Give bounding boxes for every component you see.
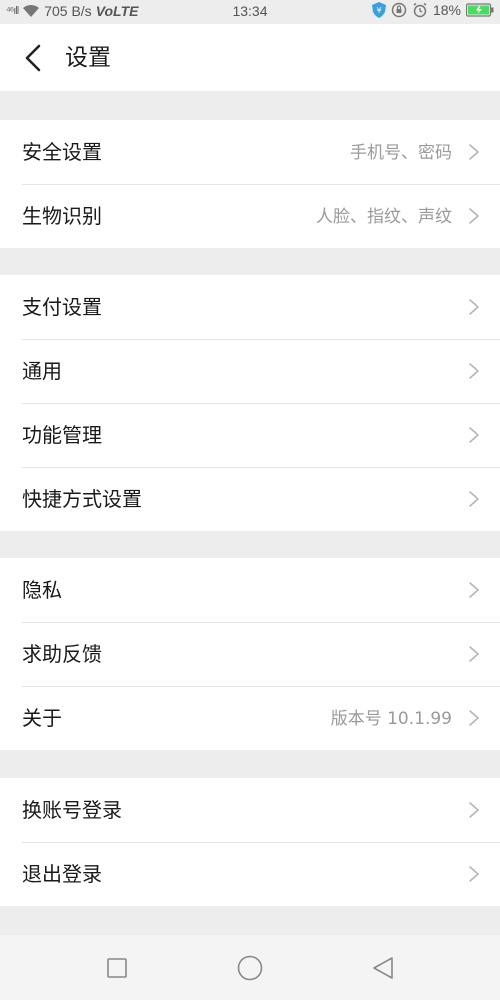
settings-item-feature-management[interactable]: 功能管理 bbox=[0, 403, 500, 467]
settings-item-value: 人脸、指纹、声纹 bbox=[316, 207, 452, 227]
settings-item-shortcuts[interactable]: 快捷方式设置 bbox=[0, 467, 500, 531]
home-circle-icon[interactable] bbox=[235, 953, 265, 983]
svg-text:¥: ¥ bbox=[376, 6, 381, 15]
battery-icon bbox=[466, 3, 494, 17]
chevron-right-icon bbox=[469, 802, 479, 818]
back-triangle-icon[interactable] bbox=[368, 953, 398, 983]
settings-item-label: 生物识别 bbox=[22, 204, 102, 228]
settings-item-label: 支付设置 bbox=[22, 295, 102, 319]
settings-item-label: 安全设置 bbox=[22, 140, 102, 164]
header-bar: 设置 bbox=[0, 24, 500, 91]
system-nav-bar bbox=[0, 935, 500, 1000]
settings-item-security[interactable]: 安全设置 手机号、密码 bbox=[0, 120, 500, 184]
shield-icon: ¥ bbox=[371, 2, 386, 18]
settings-group-session: 换账号登录 退出登录 bbox=[0, 778, 500, 906]
chevron-right-icon bbox=[469, 710, 479, 726]
alarm-icon bbox=[413, 2, 427, 18]
chevron-right-icon bbox=[469, 208, 479, 224]
settings-item-privacy[interactable]: 隐私 bbox=[0, 558, 500, 622]
settings-item-general[interactable]: 通用 bbox=[0, 339, 500, 403]
chevron-right-icon bbox=[469, 299, 479, 315]
lock-rotation-icon bbox=[391, 2, 407, 18]
settings-group-help: 隐私 求助反馈 关于 版本号 10.1.99 bbox=[0, 558, 500, 750]
settings-item-value: 版本号 10.1.99 bbox=[330, 709, 452, 729]
chevron-right-icon bbox=[469, 491, 479, 507]
settings-item-label: 换账号登录 bbox=[22, 798, 122, 822]
settings-item-label: 关于 bbox=[22, 706, 62, 730]
settings-item-payment[interactable]: 支付设置 bbox=[0, 275, 500, 339]
settings-item-label: 功能管理 bbox=[22, 423, 102, 447]
settings-item-label: 隐私 bbox=[22, 578, 62, 602]
settings-group-account-security: 安全设置 手机号、密码 生物识别 人脸、指纹、声纹 bbox=[0, 120, 500, 248]
status-bar: ⁴⁶ıll 705 B/s VoLTE 13:34 ¥ 18% bbox=[0, 0, 500, 24]
settings-item-value: 手机号、密码 bbox=[350, 143, 452, 163]
settings-item-about[interactable]: 关于 版本号 10.1.99 bbox=[0, 686, 500, 750]
chevron-right-icon bbox=[469, 866, 479, 882]
battery-percent: 18% bbox=[432, 2, 461, 18]
back-button[interactable] bbox=[18, 40, 50, 76]
chevron-right-icon bbox=[469, 144, 479, 160]
chevron-right-icon bbox=[469, 427, 479, 443]
recents-square-icon[interactable] bbox=[102, 953, 132, 983]
settings-item-label: 快捷方式设置 bbox=[22, 487, 142, 511]
status-right: ¥ 18% bbox=[371, 2, 494, 18]
settings-item-feedback[interactable]: 求助反馈 bbox=[0, 622, 500, 686]
settings-group-general: 支付设置 通用 功能管理 快捷方式设置 bbox=[0, 275, 500, 531]
chevron-right-icon bbox=[469, 363, 479, 379]
settings-item-biometrics[interactable]: 生物识别 人脸、指纹、声纹 bbox=[0, 184, 500, 248]
chevron-right-icon bbox=[469, 646, 479, 662]
settings-item-label: 退出登录 bbox=[22, 862, 102, 886]
settings-item-label: 通用 bbox=[22, 359, 62, 383]
settings-item-switch-account[interactable]: 换账号登录 bbox=[0, 778, 500, 842]
settings-item-logout[interactable]: 退出登录 bbox=[0, 842, 500, 906]
settings-item-label: 求助反馈 bbox=[22, 642, 102, 666]
chevron-right-icon bbox=[469, 582, 479, 598]
page-title: 设置 bbox=[65, 45, 111, 71]
